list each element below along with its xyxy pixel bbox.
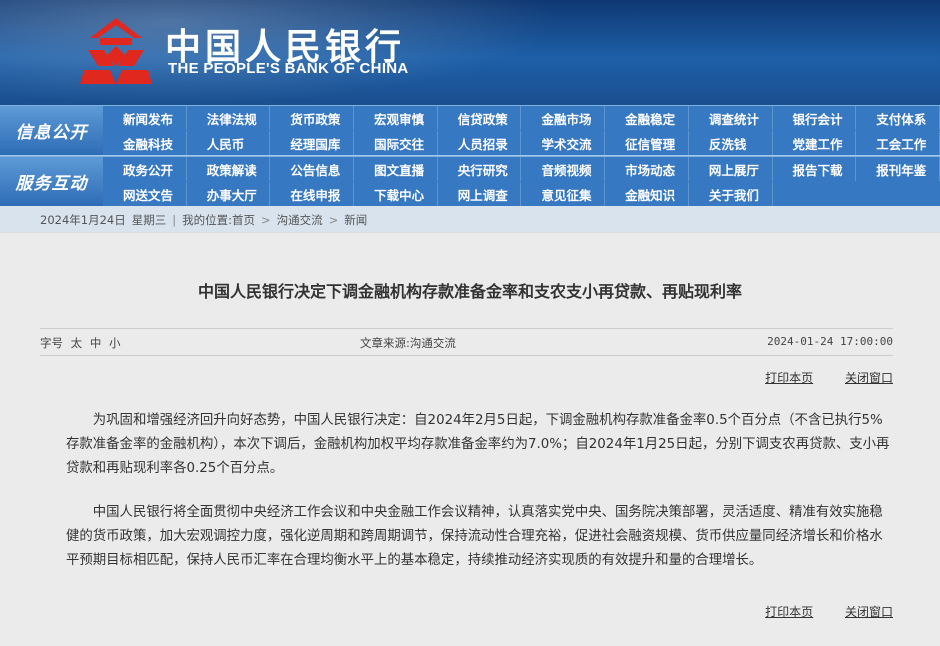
print-page-link[interactable]: 打印本页 <box>765 371 813 385</box>
nav-item[interactable]: 报刊年鉴 <box>856 157 940 181</box>
nav-item[interactable]: 党建工作 <box>773 131 857 155</box>
font-size-medium-link[interactable]: 中 <box>90 336 102 350</box>
brand-name-en: THE PEOPLE'S BANK OF CHINA <box>168 60 409 77</box>
nav-item[interactable]: 信贷政策 <box>438 106 522 130</box>
nav-grid-service: 政务公开 政策解读 公告信息 图文直播 央行研究 音频视频 市场动态 网上展厅 报告下载 报刊年鉴… <box>103 157 940 206</box>
nav-item[interactable]: 政策解读 <box>187 157 271 181</box>
nav-item[interactable]: 宏观审慎 <box>354 106 438 130</box>
article-container: 中国人民银行决定下调金融机构存款准备金率和支农支小再贷款、再贴现利率 字号 太 … <box>0 232 940 646</box>
nav-item[interactable]: 下载中心 <box>354 182 438 206</box>
nav-item[interactable]: 支付体系 <box>856 106 940 130</box>
print-page-link[interactable]: 打印本页 <box>765 605 813 619</box>
site-header: 中国人民银行 THE PEOPLE'S BANK OF CHINA <box>0 0 940 105</box>
nav-item[interactable]: 经理国库 <box>270 131 355 155</box>
current-weekday: 星期三 <box>131 213 167 227</box>
nav-item[interactable]: 法律法规 <box>187 106 271 130</box>
nav-item[interactable]: 政务公开 <box>103 157 187 181</box>
article-paragraph: 为巩固和增强经济回升向好态势，中国人民银行决定：自2024年2月5日起，下调金融… <box>66 413 890 476</box>
font-size-label: 字号 <box>40 336 63 350</box>
nav-item[interactable]: 报告下载 <box>773 157 857 181</box>
main-nav: 信息公开 新闻发布 法律法规 货币政策 宏观审慎 信贷政策 金融市场 金融稳定 调查统计 银行会… <box>0 105 940 206</box>
breadcrumb-separator: > <box>260 213 271 227</box>
font-size-large-link[interactable]: 太 <box>71 336 83 350</box>
nav-section-info-disclosure[interactable]: 信息公开 <box>0 106 103 155</box>
nav-item[interactable]: 公告信息 <box>270 157 355 181</box>
nav-grid-info: 新闻发布 法律法规 货币政策 宏观审慎 信贷政策 金融市场 金融稳定 调查统计 银行会计 支付体系… <box>103 106 940 155</box>
nav-item[interactable]: 银行会计 <box>773 106 857 130</box>
nav-item[interactable]: 网上展厅 <box>689 157 773 181</box>
nav-item[interactable]: 在线申报 <box>270 182 355 206</box>
nav-item[interactable]: 网上调查 <box>438 182 522 206</box>
nav-item[interactable]: 市场动态 <box>605 157 689 181</box>
breadcrumb-home[interactable]: 我的位置:首页 <box>182 212 255 228</box>
article-title: 中国人民银行决定下调金融机构存款准备金率和支农支小再贷款、再贴现利率 <box>197 282 742 301</box>
nav-item[interactable]: 工会工作 <box>856 131 940 155</box>
article-tools-top: 打印本页 关闭窗口 <box>737 369 893 386</box>
font-size-small-link[interactable]: 小 <box>109 336 121 350</box>
nav-item[interactable]: 图文直播 <box>354 157 438 181</box>
nav-item[interactable]: 人民币 <box>187 131 271 155</box>
breadcrumb: 2024年1月24日 星期三 | 我的位置:首页 > 沟通交流 > 新闻 <box>0 206 940 235</box>
breadcrumb-level1[interactable]: 沟通交流 <box>277 212 323 228</box>
nav-item[interactable]: 征信管理 <box>605 131 689 155</box>
article-source: 文章来源:沟通交流 <box>360 336 456 350</box>
nav-item[interactable]: 调查统计 <box>689 106 773 130</box>
nav-item[interactable]: 央行研究 <box>438 157 522 181</box>
nav-item[interactable]: 意见征集 <box>521 182 606 206</box>
close-window-link[interactable]: 关闭窗口 <box>845 371 893 385</box>
article-paragraph: 中国人民银行将全面贯彻中央经济工作会议和中央金融工作会议精神，认真落实党中央、国… <box>66 505 883 568</box>
nav-item[interactable]: 国际交往 <box>354 131 438 155</box>
breadcrumb-separator: | <box>172 213 177 227</box>
nav-row-info: 信息公开 新闻发布 法律法规 货币政策 宏观审慎 信贷政策 金融市场 金融稳定 调查统计 银行会… <box>0 105 940 155</box>
nav-item[interactable]: 音频视频 <box>521 157 606 181</box>
nav-item[interactable]: 金融市场 <box>521 106 606 130</box>
article-datetime: 2024-01-24 17:00:00 <box>767 335 893 348</box>
article-meta-bar: 字号 太 中 小 文章来源:沟通交流 2024-01-24 17:00:00 <box>40 328 893 356</box>
breadcrumb-separator: > <box>328 213 339 227</box>
nav-item[interactable]: 金融知识 <box>605 182 689 206</box>
nav-item[interactable]: 关于我们 <box>689 182 773 206</box>
breadcrumb-level2[interactable]: 新闻 <box>344 212 367 228</box>
nav-section-service-interaction[interactable]: 服务互动 <box>0 157 103 206</box>
nav-item[interactable]: 金融稳定 <box>605 106 689 130</box>
nav-item[interactable]: 人员招录 <box>438 131 522 155</box>
article-tools-bottom: 打印本页 关闭窗口 <box>737 603 893 620</box>
nav-item[interactable]: 金融科技 <box>103 131 187 155</box>
nav-item[interactable]: 新闻发布 <box>103 106 187 130</box>
current-date: 2024年1月24日 <box>40 213 126 227</box>
nav-item[interactable]: 货币政策 <box>270 106 355 130</box>
nav-item[interactable]: 反洗钱 <box>689 131 773 155</box>
nav-item[interactable]: 网送文告 <box>103 182 187 206</box>
pboc-logo-icon[interactable] <box>80 16 152 86</box>
nav-item[interactable]: 办事大厅 <box>187 182 271 206</box>
close-window-link[interactable]: 关闭窗口 <box>845 605 893 619</box>
nav-row-service: 服务互动 政务公开 政策解读 公告信息 图文直播 央行研究 音频视频 市场动态 网上展厅 报告下… <box>0 156 940 206</box>
font-size-switcher: 字号 太 中 小 <box>40 335 120 351</box>
nav-item[interactable]: 学术交流 <box>521 131 606 155</box>
nav-empty-cell <box>773 182 857 206</box>
nav-empty-cell <box>856 182 940 206</box>
